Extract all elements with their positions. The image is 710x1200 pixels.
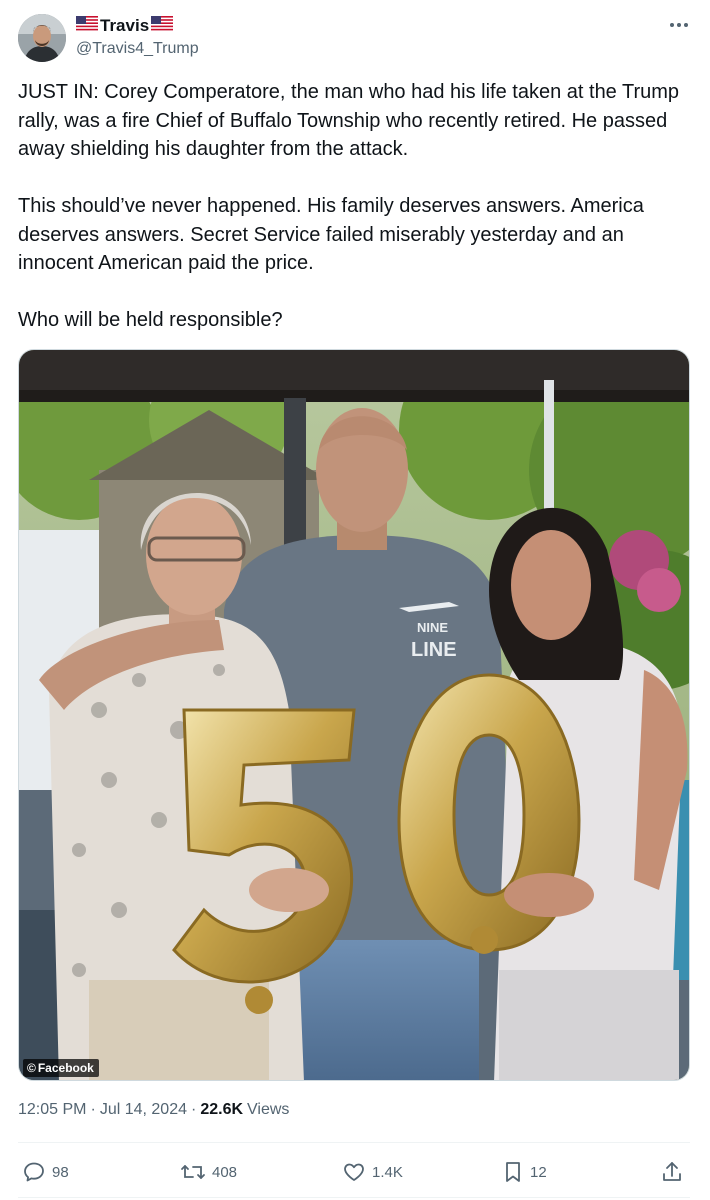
meta-separator: · [191, 1101, 197, 1118]
tweet-paragraph: Who will be held responsible? [18, 309, 283, 331]
watermark-text: Facebook [37, 1061, 94, 1075]
copyright-icon: © [27, 1061, 36, 1075]
avatar[interactable] [18, 14, 66, 62]
views-label: Views [247, 1101, 290, 1118]
photo-illustration: NINE LINE [19, 350, 689, 1080]
heart-icon [344, 1163, 364, 1181]
views-count: 22.6K [200, 1101, 244, 1118]
more-horizontal-icon [670, 23, 688, 27]
author-display-name[interactable]: Travis [100, 16, 149, 36]
bookmark-button[interactable]: 12 [502, 1152, 547, 1192]
share-button[interactable] [660, 1152, 684, 1192]
us-flag-icon [151, 16, 174, 36]
author-handle[interactable]: @Travis4_Trump [76, 40, 199, 58]
reply-count: 98 [52, 1163, 69, 1181]
share-icon [663, 1162, 681, 1181]
like-button[interactable]: 1.4K [342, 1152, 403, 1192]
repost-count: 408 [212, 1163, 238, 1181]
tweet-paragraph: JUST IN: Corey Comperatore, the man who … [18, 81, 680, 160]
tweet: Travis @Travis4_Trump JUST IN: Corey Com… [0, 0, 710, 1200]
more-options-button[interactable] [666, 14, 692, 36]
author-name-line: Travis [76, 15, 174, 37]
tweet-paragraph: This should’ve never happened. His famil… [18, 195, 644, 274]
tweet-text: JUST IN: Corey Comperatore, the man who … [18, 78, 690, 335]
tweet-date[interactable]: Jul 14, 2024 [100, 1101, 187, 1119]
shirt-text: NINE [417, 620, 448, 635]
meta-separator: · [90, 1101, 96, 1118]
reply-button[interactable]: 98 [22, 1152, 69, 1192]
divider [18, 1197, 690, 1198]
us-flag-icon [76, 16, 98, 36]
like-count: 1.4K [372, 1163, 403, 1181]
shirt-text: LINE [411, 639, 457, 661]
bookmark-count: 12 [530, 1163, 547, 1181]
repost-button[interactable]: 408 [180, 1152, 237, 1192]
bookmark-icon [506, 1162, 520, 1182]
divider [18, 1142, 690, 1143]
tweet-meta: 12:05 PM · Jul 14, 2024 · 22.6K Views [18, 1101, 289, 1119]
tweet-time[interactable]: 12:05 PM [18, 1101, 86, 1119]
action-bar: 98 408 1.4K 12 [0, 1152, 710, 1192]
tweet-photo[interactable]: NINE LINE © Facebook [18, 349, 690, 1081]
repost-icon [181, 1165, 205, 1179]
photo-watermark: © Facebook [23, 1059, 99, 1077]
reply-icon [24, 1162, 44, 1182]
